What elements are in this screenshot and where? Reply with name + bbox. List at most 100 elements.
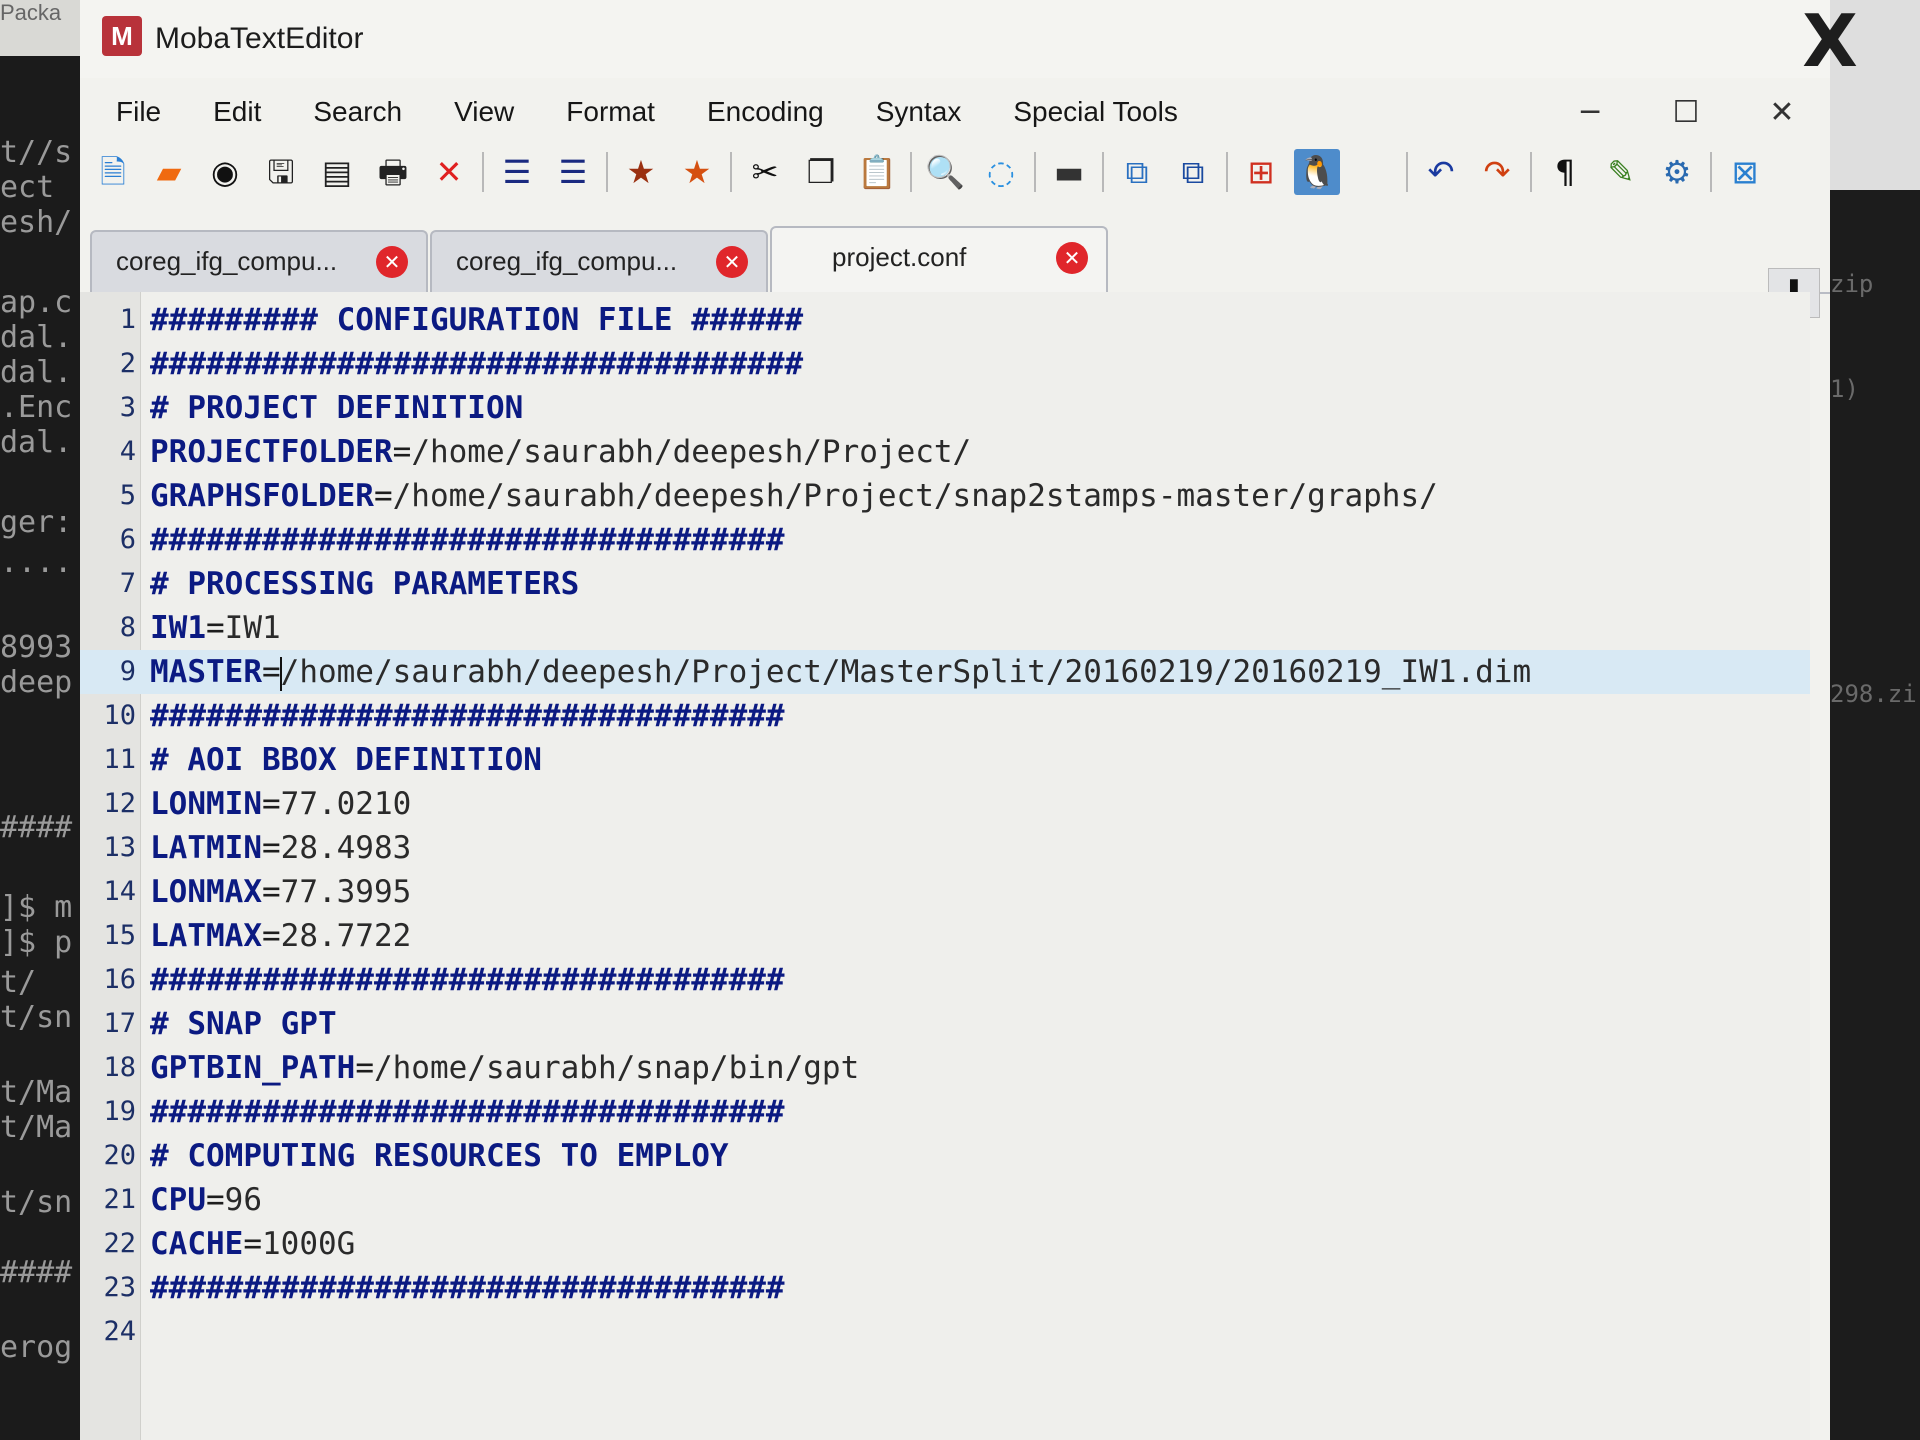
new-file-icon[interactable]: 🗎: [90, 149, 136, 195]
line-text: # AOI BBOX DEFINITION: [150, 738, 542, 782]
terminal-title-text: Packa: [0, 0, 62, 25]
code-line[interactable]: 19 ##################################: [80, 1090, 1810, 1134]
outer-close-icon[interactable]: X: [1795, 5, 1865, 77]
line-number: 18: [103, 1052, 136, 1083]
menu-format[interactable]: Format: [550, 92, 671, 132]
linux-format-icon[interactable]: 🐧: [1294, 149, 1340, 195]
menu-file[interactable]: File: [100, 92, 177, 132]
sync-icon[interactable]: ⧉: [1170, 149, 1216, 195]
menu-syntax[interactable]: Syntax: [860, 92, 978, 132]
menu-search[interactable]: Search: [297, 92, 418, 132]
menu-view[interactable]: View: [438, 92, 530, 132]
tab-coreg-ifg-1[interactable]: coreg_ifg_compu... ✕: [90, 230, 428, 292]
text-editor-area[interactable]: 1 ######### CONFIGURATION FILE ###### 2 ###…: [80, 292, 1810, 1440]
code-line[interactable]: 22 CACHE=1000G: [80, 1222, 1810, 1266]
config-key: GRAPHSFOLDER: [150, 478, 374, 514]
line-text: ##################################: [150, 1090, 785, 1134]
menu-edit[interactable]: Edit: [197, 92, 277, 132]
find-replace-icon[interactable]: ◌: [978, 149, 1024, 195]
compare-icon[interactable]: ⧉: [1114, 149, 1160, 195]
find-icon[interactable]: 🔍: [922, 149, 968, 195]
code-line[interactable]: 15 LATMAX=28.7722: [80, 914, 1810, 958]
code-line[interactable]: 11 # AOI BBOX DEFINITION: [80, 738, 1810, 782]
code-line[interactable]: 16 ##################################: [80, 958, 1810, 1002]
close-button[interactable]: ✕: [1734, 78, 1830, 148]
pen-icon[interactable]: ✎: [1598, 149, 1644, 195]
close-file-icon[interactable]: ✕: [426, 149, 472, 195]
menu-encoding[interactable]: Encoding: [691, 92, 840, 132]
code-line[interactable]: 3 # PROJECT DEFINITION: [80, 386, 1810, 430]
unindent-icon[interactable]: ☰: [550, 149, 596, 195]
redo-icon[interactable]: ↷: [1474, 149, 1520, 195]
line-number: 11: [103, 744, 136, 775]
toolbar-separator: [910, 152, 912, 192]
open-folder-icon[interactable]: ▰: [146, 149, 192, 195]
code-line[interactable]: 9 MASTER=/home/saurabh/deepesh/Project/Ma…: [80, 650, 1810, 694]
terminal-line: erog: [0, 1330, 73, 1365]
code-line[interactable]: 2 ###################################: [80, 342, 1810, 386]
terminal-line: ####: [0, 1255, 73, 1290]
bookmark-next-icon[interactable]: ★: [674, 149, 720, 195]
close-panel-icon[interactable]: ⊠: [1722, 149, 1768, 195]
line-number: 14: [103, 876, 136, 907]
config-value: 1000G: [262, 1226, 356, 1262]
menu-special-tools[interactable]: Special Tools: [997, 92, 1193, 132]
save-all-icon[interactable]: ▤: [314, 149, 360, 195]
paste-icon[interactable]: 📋: [854, 149, 900, 195]
code-line[interactable]: 14 LONMAX=77.3995: [80, 870, 1810, 914]
code-line[interactable]: 6 ##################################: [80, 518, 1810, 562]
config-key: PROJECTFOLDER: [150, 434, 393, 470]
terminal-line: dal.: [0, 355, 73, 390]
print-icon[interactable]: 🖶: [370, 149, 416, 195]
code-line[interactable]: 23 ##################################: [80, 1266, 1810, 1310]
toolbar-separator: [482, 152, 484, 192]
code-line[interactable]: 1 ######### CONFIGURATION FILE ######: [80, 298, 1810, 342]
save-icon[interactable]: 🖫: [258, 149, 304, 195]
code-line[interactable]: 7 # PROCESSING PARAMETERS: [80, 562, 1810, 606]
toolbar-separator: [1406, 152, 1408, 192]
code-line[interactable]: 13 LATMIN=28.4983: [80, 826, 1810, 870]
code-line[interactable]: 21 CPU=96: [80, 1178, 1810, 1222]
terminal-line: ....: [0, 545, 73, 580]
tab-close-icon[interactable]: ✕: [376, 246, 408, 278]
terminal-line: esh/: [0, 205, 73, 240]
line-text: IW1=IW1: [150, 606, 281, 650]
indent-icon[interactable]: ☰: [494, 149, 540, 195]
tab-close-icon[interactable]: ✕: [1056, 242, 1088, 274]
terminal-line: 298.zi: [1830, 680, 1917, 708]
code-line[interactable]: 17 # SNAP GPT: [80, 1002, 1810, 1046]
line-number: 15: [103, 920, 136, 951]
line-number: 12: [103, 788, 136, 819]
terminal-icon[interactable]: ▬: [1046, 149, 1092, 195]
pilcrow-icon[interactable]: ¶: [1542, 149, 1588, 195]
copy-icon[interactable]: ❐: [798, 149, 844, 195]
code-line[interactable]: 10 ##################################: [80, 694, 1810, 738]
code-line[interactable]: 18 GPTBIN_PATH=/home/saurabh/snap/bin/gpt: [80, 1046, 1810, 1090]
mac-format-icon[interactable]: [1350, 149, 1396, 195]
tab-coreg-ifg-2[interactable]: coreg_ifg_compu... ✕: [430, 230, 768, 292]
assign-operator: =: [243, 1226, 262, 1262]
code-line[interactable]: 20 # COMPUTING RESOURCES TO EMPLOY: [80, 1134, 1810, 1178]
minimize-button[interactable]: ─: [1542, 78, 1638, 148]
config-key: ##################################: [150, 1094, 785, 1130]
bookmark-icon[interactable]: ★: [618, 149, 664, 195]
tab-close-icon[interactable]: ✕: [716, 246, 748, 278]
title-bar[interactable]: M MobaTextEditor: [80, 0, 1830, 78]
toolbar-separator: [1530, 152, 1532, 192]
line-text: PROJECTFOLDER=/home/saurabh/deepesh/Proj…: [150, 430, 971, 474]
code-line[interactable]: 4 PROJECTFOLDER=/home/saurabh/deepesh/Pro…: [80, 430, 1810, 474]
windows-format-icon[interactable]: ⊞: [1238, 149, 1284, 195]
cut-icon[interactable]: ✂: [742, 149, 788, 195]
maximize-button[interactable]: ☐: [1638, 78, 1734, 148]
undo-icon[interactable]: ↶: [1418, 149, 1464, 195]
line-number: 8: [119, 612, 136, 643]
code-line[interactable]: 24: [80, 1310, 1810, 1354]
assign-operator: =: [261, 786, 281, 822]
terminal-line: ect: [0, 170, 55, 205]
reload-icon[interactable]: ◉: [202, 149, 248, 195]
code-line[interactable]: 8 IW1=IW1: [80, 606, 1810, 650]
code-line[interactable]: 12 LONMIN=77.0210: [80, 782, 1810, 826]
tab-project-conf[interactable]: project.conf ✕: [770, 226, 1108, 294]
code-line[interactable]: 5 GRAPHSFOLDER=/home/saurabh/deepesh/Proj…: [80, 474, 1810, 518]
settings-icon[interactable]: ⚙: [1654, 149, 1700, 195]
